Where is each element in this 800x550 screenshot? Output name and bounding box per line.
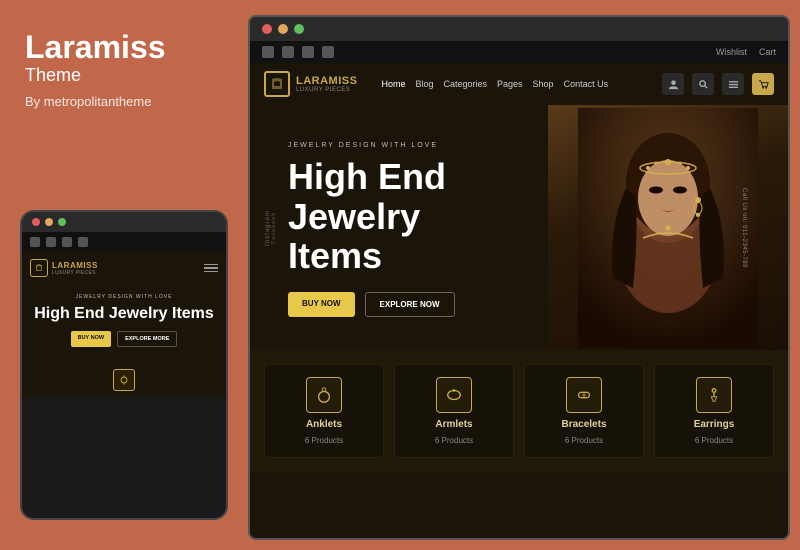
mobile-cat-icon: [113, 369, 135, 391]
mobile-pinterest-icon: [62, 237, 72, 247]
anklets-count: 6 Products: [305, 436, 343, 445]
earrings-count: 6 Products: [695, 436, 733, 445]
hero-section: Instagram Facebook JEWELRY DESIGN WITH L…: [250, 105, 788, 350]
brand-author: By metropolitantheme: [25, 94, 215, 109]
browser-dot-green: [294, 24, 304, 34]
armlets-icon-box: [436, 377, 472, 413]
mobile-mockup: LARAMISS LUXURY PIECES JEWELRY DESIGN WI…: [20, 210, 228, 520]
mobile-dot-red: [32, 218, 40, 226]
mobile-hero: JEWELRY DESIGN WITH LOVE High End Jewelr…: [22, 284, 226, 363]
cart-link[interactable]: Cart: [759, 47, 776, 57]
category-anklets[interactable]: Anklets 6 Products: [264, 364, 384, 458]
earrings-name: Earrings: [694, 419, 735, 430]
menu-icon-button[interactable]: [722, 73, 744, 95]
mobile-hero-buttons: BUY NOW EXPLORE MORE: [32, 331, 216, 347]
mobile-logo-text: LARAMISS LUXURY PIECES: [52, 261, 98, 276]
hero-subtitle: JEWELRY DESIGN WITH LOVE: [288, 142, 530, 149]
mobile-social-bar: [22, 232, 226, 252]
nav-categories[interactable]: Categories: [443, 79, 487, 89]
hero-main-title: High EndJewelryItems: [288, 157, 530, 276]
mobile-hero-title: High End Jewelry Items: [32, 305, 216, 323]
mobile-logo-icon: [30, 259, 48, 277]
mobile-twitter-icon: [46, 237, 56, 247]
anklets-name: Anklets: [306, 419, 342, 430]
facebook-icon[interactable]: [262, 46, 274, 58]
mobile-dot-yellow: [45, 218, 53, 226]
nav-icons-group: [662, 73, 774, 95]
hero-text-area: Facebook JEWELRY DESIGN WITH LOVE High E…: [250, 105, 548, 350]
nav-pages[interactable]: Pages: [497, 79, 523, 89]
top-links-group: Wishlist Cart: [716, 47, 776, 57]
mobile-hero-subtitle: JEWELRY DESIGN WITH LOVE: [32, 294, 216, 300]
earrings-icon-box: [696, 377, 732, 413]
hero-image-fill: [548, 105, 788, 350]
main-nav: LARAMISS LUXURY PIECES Home Blog Categor…: [250, 63, 788, 105]
mobile-linkedin-icon: [78, 237, 88, 247]
logo-icon: [264, 71, 290, 97]
social-icons-group: [262, 46, 334, 58]
brand-subtitle: Theme: [25, 65, 215, 86]
facebook-label: Facebook: [271, 211, 277, 243]
category-earrings[interactable]: Earrings 6 Products: [654, 364, 774, 458]
categories-section: Anklets 6 Products Armlets 6 Products: [250, 350, 788, 472]
bracelets-name: Bracelets: [561, 419, 606, 430]
armlets-count: 6 Products: [435, 436, 473, 445]
hero-content: JEWELRY DESIGN WITH LOVE High EndJewelry…: [268, 142, 530, 317]
buy-now-button[interactable]: BUY NOW: [288, 292, 355, 317]
mobile-cat-item: [113, 369, 135, 391]
hero-buttons: BUY NOW EXPLORE NOW: [288, 292, 530, 317]
logo-text-group: LARAMISS LUXURY PIECES: [296, 75, 357, 93]
mobile-dot-green: [58, 218, 66, 226]
linkedin-icon[interactable]: [322, 46, 334, 58]
explore-now-button[interactable]: EXPLORE NOW: [365, 292, 455, 317]
hero-image: Call Us on: 011-2345-789: [548, 105, 788, 350]
nav-blog[interactable]: Blog: [415, 79, 433, 89]
mobile-category-row: [22, 363, 226, 397]
nav-links-group: Home Blog Categories Pages Shop Contact …: [381, 79, 646, 89]
pinterest-icon[interactable]: [302, 46, 314, 58]
nav-home[interactable]: Home: [381, 79, 405, 89]
site-social-bar: Wishlist Cart: [250, 41, 788, 63]
browser-dot-yellow: [278, 24, 288, 34]
user-icon-button[interactable]: [662, 73, 684, 95]
cart-icon-button[interactable]: [752, 73, 774, 95]
bracelets-count: 6 Products: [565, 436, 603, 445]
brand-title: Laramiss: [25, 30, 215, 65]
mobile-hamburger-icon[interactable]: [204, 264, 218, 273]
mobile-nav: LARAMISS LUXURY PIECES: [22, 252, 226, 284]
mobile-facebook-icon: [30, 237, 40, 247]
mobile-buy-now-button[interactable]: BUY NOW: [71, 331, 111, 347]
anklets-icon-box: [306, 377, 342, 413]
category-armlets[interactable]: Armlets 6 Products: [394, 364, 514, 458]
search-icon-button[interactable]: [692, 73, 714, 95]
nav-contact[interactable]: Contact Us: [564, 79, 609, 89]
wishlist-link[interactable]: Wishlist: [716, 47, 747, 57]
armlets-name: Armlets: [435, 419, 472, 430]
desktop-mockup: Wishlist Cart LARAMISS LUXURY PIECES Hom…: [248, 15, 790, 540]
browser-dot-red: [262, 24, 272, 34]
twitter-icon[interactable]: [282, 46, 294, 58]
mobile-logo: LARAMISS LUXURY PIECES: [30, 259, 98, 277]
call-us-label: Call Us on: 011-2345-789: [741, 188, 747, 268]
category-bracelets[interactable]: Bracelets 6 Products: [524, 364, 644, 458]
bracelets-icon-box: [566, 377, 602, 413]
mobile-top-bar: [22, 212, 226, 232]
mobile-explore-button[interactable]: EXPLORE MORE: [117, 331, 177, 347]
browser-top-bar: [250, 17, 788, 41]
left-panel: Laramiss Theme By metropolitantheme LARA…: [0, 0, 240, 550]
site-logo: LARAMISS LUXURY PIECES: [264, 71, 357, 97]
nav-shop[interactable]: Shop: [533, 79, 554, 89]
